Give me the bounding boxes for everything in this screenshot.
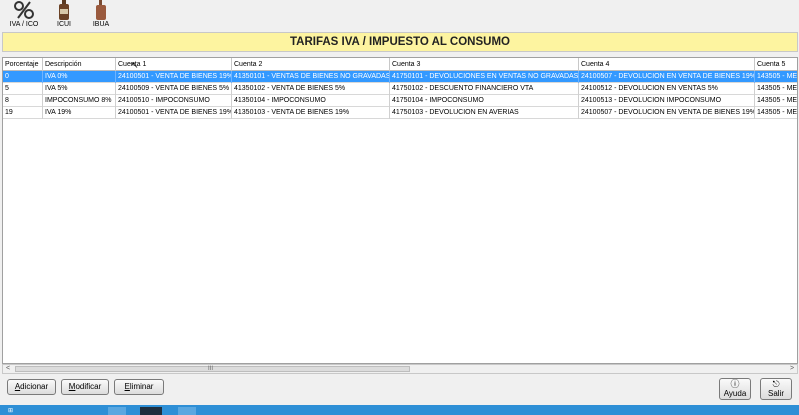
eliminar-button[interactable]: Eliminar xyxy=(114,379,164,395)
mouse-cursor-icon: ↖ xyxy=(131,60,139,70)
cell-cuenta-4: 24100513 - DEVOLUCION IMPOCONSUMO xyxy=(579,95,755,107)
cell-cuenta-3: 41750103 - DEVOLUCION EN AVERIAS xyxy=(390,107,579,119)
modificar-label: odificar xyxy=(75,382,102,391)
scroll-grip-icon: III xyxy=(208,366,214,372)
tarifas-grid[interactable]: Porcentaje Descripción Cuenta 1 Cuenta 2… xyxy=(2,57,798,364)
cell-cuenta-1: 24100501 - VENTA DE BIENES 19% xyxy=(116,107,232,119)
cell-cuenta-1: 24100501 - VENTA DE BIENES 19% xyxy=(116,71,232,83)
adicionar-label: dicionar xyxy=(20,382,49,391)
cell-cuenta-4: 24100512 - DEVOLUCION EN VENTAS 5% xyxy=(579,83,755,95)
eliminar-label: liminar xyxy=(129,382,154,391)
cell-cuenta-5: 143505 - MER xyxy=(755,83,797,95)
taskbar-app-icon[interactable] xyxy=(140,407,162,415)
cell-cuenta-3: 41750104 - IMPOCONSUMO xyxy=(390,95,579,107)
cell-cuenta-2: 41350101 - VENTAS DE BIENES NO GRAVADAS xyxy=(232,71,390,83)
grid-header: Porcentaje Descripción Cuenta 1 Cuenta 2… xyxy=(3,58,797,71)
ibua-label: IBUA xyxy=(92,21,110,28)
ibua-button[interactable]: IBUA xyxy=(88,0,114,31)
iva-ico-button[interactable]: IVA / ICO xyxy=(6,0,42,31)
column-header-porcentaje[interactable]: Porcentaje xyxy=(3,58,43,71)
cell-cuenta-4: 24100507 - DEVOLUCION EN VENTA DE BIENES… xyxy=(579,71,755,83)
taskbar-app-icon[interactable] xyxy=(108,407,126,415)
cell-cuenta-1: 24100509 - VENTA DE BIENES 5% xyxy=(116,83,232,95)
table-row[interactable]: 5 IVA 5% 24100509 - VENTA DE BIENES 5% 4… xyxy=(3,83,797,95)
column-header-cuenta-5[interactable]: Cuenta 5 xyxy=(755,58,797,71)
salir-button[interactable]: ⎋ Salir xyxy=(760,378,792,400)
column-header-cuenta-2[interactable]: Cuenta 2 xyxy=(232,58,390,71)
cell-cuenta-1: 24100510 - IMPOCONSUMO xyxy=(116,95,232,107)
cell-descripcion: IVA 19% xyxy=(43,107,116,119)
cell-descripcion: IVA 0% xyxy=(43,71,116,83)
cell-cuenta-5: 143505 - MER xyxy=(755,71,797,83)
iva-ico-label: IVA / ICO xyxy=(9,21,39,28)
cell-cuenta-2: 41350103 - VENTA DE BIENES 19% xyxy=(232,107,390,119)
cell-cuenta-4: 24100507 - DEVOLUCION EN VENTA DE BIENES… xyxy=(579,107,755,119)
adicionar-button[interactable]: Adicionar xyxy=(7,379,56,395)
toolbar: IVA / ICO ICUI IBUA xyxy=(0,0,799,31)
icui-label: ICUI xyxy=(57,21,71,28)
horizontal-scrollbar[interactable]: < III > xyxy=(2,364,798,374)
page-title: TARIFAS IVA / IMPUESTO AL CONSUMO xyxy=(2,32,798,52)
cell-porcentaje: 5 xyxy=(3,83,43,95)
ayuda-label: yuda xyxy=(728,389,747,398)
table-row[interactable]: 8 IMPOCONSUMO 8% 24100510 - IMPOCONSUMO … xyxy=(3,95,797,107)
cell-cuenta-3: 41750101 - DEVOLUCIONES EN VENTAS NO GRA… xyxy=(390,71,579,83)
table-row[interactable]: 0 IVA 0% 24100501 - VENTA DE BIENES 19% … xyxy=(3,71,797,83)
cell-descripcion: IMPOCONSUMO 8% xyxy=(43,95,116,107)
cell-cuenta-2: 41350102 - VENTA DE BIENES 5% xyxy=(232,83,390,95)
column-header-cuenta-4[interactable]: Cuenta 4 xyxy=(579,58,755,71)
column-header-descripcion[interactable]: Descripción xyxy=(43,58,116,71)
modificar-button[interactable]: Modificar xyxy=(61,379,109,395)
scroll-right-arrow-icon[interactable]: > xyxy=(787,365,797,373)
cell-porcentaje: 19 xyxy=(3,107,43,119)
help-icon: ⓘ xyxy=(730,379,740,389)
salir-label: alir xyxy=(773,389,784,398)
taskbar-app-icon[interactable] xyxy=(178,407,196,415)
cell-porcentaje: 0 xyxy=(3,71,43,83)
ayuda-button[interactable]: ⓘ Ayuda xyxy=(719,378,751,400)
table-row[interactable]: 19 IVA 19% 24100501 - VENTA DE BIENES 19… xyxy=(3,107,797,119)
exit-icon: ⎋ xyxy=(772,379,780,389)
cell-cuenta-3: 41750102 - DESCUENTO FINANCIERO VTA xyxy=(390,83,579,95)
percent-icon xyxy=(14,1,34,19)
icui-button[interactable]: ICUI xyxy=(52,0,76,31)
cell-porcentaje: 8 xyxy=(3,95,43,107)
bottle-icon xyxy=(59,0,69,20)
scroll-left-arrow-icon[interactable]: < xyxy=(3,365,13,373)
cell-cuenta-2: 41350104 - IMPOCONSUMO xyxy=(232,95,390,107)
cell-cuenta-5: 143505 - MER xyxy=(755,107,797,119)
drink-icon xyxy=(96,0,106,20)
column-header-cuenta-3[interactable]: Cuenta 3 xyxy=(390,58,579,71)
taskbar: ⊞ xyxy=(0,405,799,415)
cell-cuenta-5: 143505 - MER xyxy=(755,95,797,107)
cell-descripcion: IVA 5% xyxy=(43,83,116,95)
start-icon[interactable]: ⊞ xyxy=(8,407,13,415)
